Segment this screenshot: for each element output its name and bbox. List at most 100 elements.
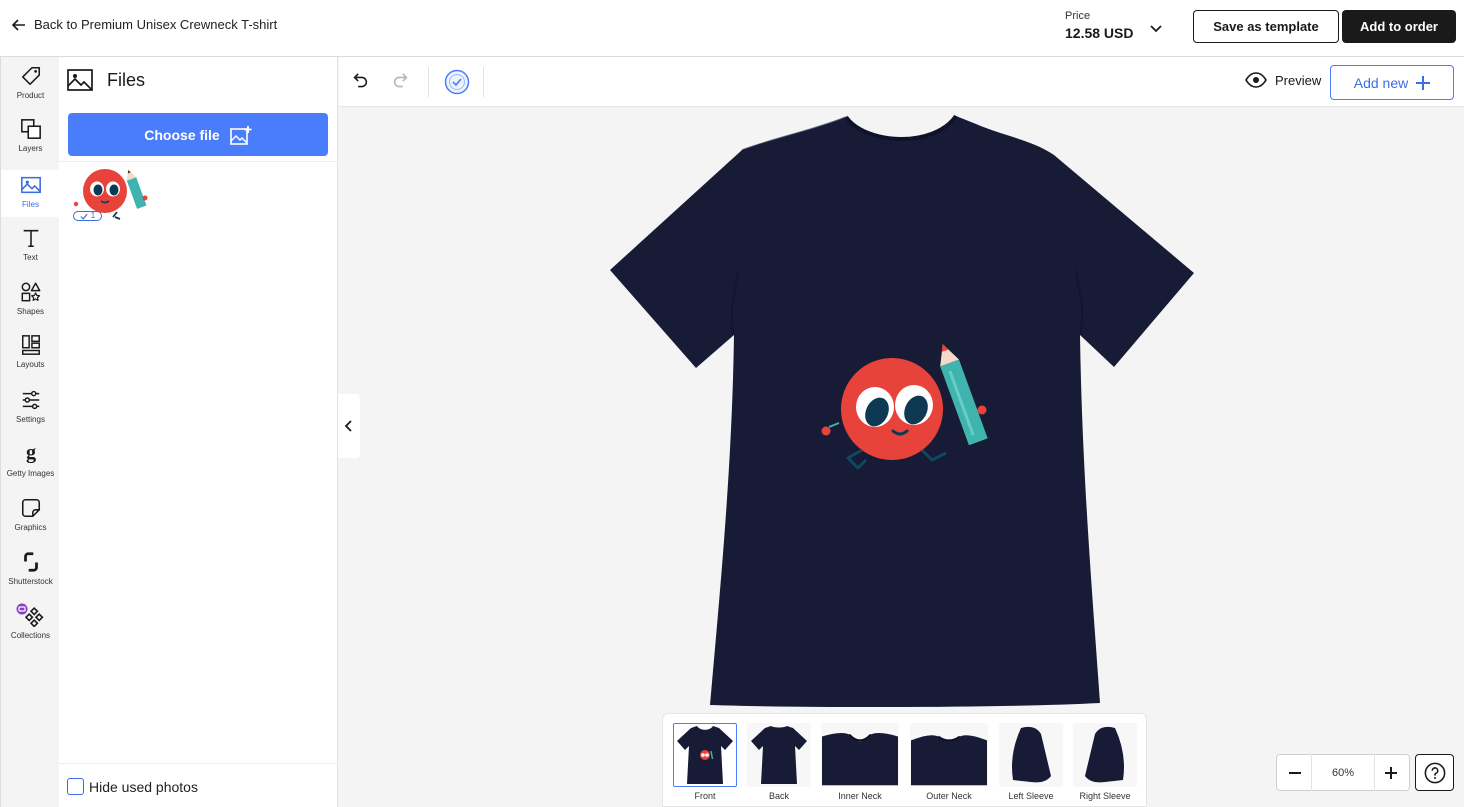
zoom-value: 60% <box>1311 754 1375 791</box>
layouts-icon <box>21 335 40 355</box>
sidebar-item-label: Graphics <box>14 523 47 532</box>
sidebar-item-product[interactable]: Product <box>1 65 60 111</box>
sticker-icon <box>21 498 40 518</box>
sidebar-item-label: Files <box>22 200 39 209</box>
view-label: Right Sleeve <box>1079 791 1131 801</box>
collections-icon <box>16 603 44 627</box>
used-count-badge: 1 <box>73 211 102 221</box>
sidebar-item-layouts[interactable]: Layouts <box>1 334 60 382</box>
svg-text:g: g <box>25 443 35 464</box>
sidebar-item-label: Getty Images <box>6 469 55 478</box>
redo-button[interactable] <box>390 71 412 93</box>
undo-button[interactable] <box>349 71 371 93</box>
view-thumb-front[interactable]: Front <box>672 723 738 801</box>
help-button[interactable] <box>1415 754 1454 791</box>
getty-g-icon: g <box>25 443 35 464</box>
left-sleeve-thumb <box>1012 726 1051 783</box>
hide-used-label: Hide used photos <box>89 778 198 795</box>
quality-check-button[interactable] <box>444 69 470 95</box>
zoom-in-button[interactable] <box>1381 763 1401 783</box>
undo-icon <box>353 73 368 88</box>
price-value: 12.58 USD <box>1065 25 1134 41</box>
sidebar-item-collections[interactable]: Collections <box>1 603 60 653</box>
tool-rail: Product Layers Files Text Shapes Layouts… <box>0 57 60 807</box>
sidebar-item-getty-images[interactable]: g Getty Images <box>1 443 60 491</box>
add-new-button[interactable]: Add new <box>1330 65 1454 100</box>
view-image <box>1073 723 1137 787</box>
view-image <box>673 723 737 787</box>
add-new-label: Add new <box>1353 74 1409 91</box>
sidebar-item-graphics[interactable]: Graphics <box>1 497 60 545</box>
tshirt-back-thumb <box>751 726 807 784</box>
check-circle-icon <box>444 69 470 95</box>
check-icon <box>80 213 88 220</box>
sidebar-item-label: Shutterstock <box>8 577 53 586</box>
eye-icon <box>1245 72 1267 88</box>
choose-file-button[interactable]: Choose file <box>68 113 328 156</box>
sidebar-item-shapes[interactable]: Shapes <box>1 281 60 331</box>
view-label: Inner Neck <box>838 791 882 801</box>
divider <box>59 161 338 162</box>
collapse-panel-button[interactable] <box>338 394 360 458</box>
hide-used-checkbox[interactable] <box>67 778 84 795</box>
sliders-icon <box>22 390 39 410</box>
right-sleeve-thumb <box>1085 726 1124 783</box>
view-switcher: Front Back Inner Neck Outer Neck Left Sl… <box>662 713 1147 807</box>
sidebar-item-label: Layouts <box>16 360 45 369</box>
choose-file-label: Choose file <box>144 126 220 143</box>
zoom-out-button[interactable] <box>1285 763 1305 783</box>
placed-design-artwork[interactable] <box>814 338 994 473</box>
shutterstock-icon <box>23 552 38 572</box>
chevron-down-icon[interactable] <box>1148 20 1164 36</box>
back-link[interactable]: Back to Premium Unisex Crewneck T-shirt <box>12 17 277 32</box>
image-icon <box>67 69 93 91</box>
layers-icon <box>20 119 41 139</box>
sidebar-item-settings[interactable]: Settings <box>1 389 60 439</box>
view-image <box>747 723 811 787</box>
sidebar-item-text[interactable]: Text <box>1 227 60 275</box>
tshirt-front-thumb <box>677 726 733 784</box>
sidebar-item-files[interactable]: Files <box>1 170 60 217</box>
view-label: Outer Neck <box>926 791 972 801</box>
view-image <box>821 723 899 787</box>
save-as-template-button[interactable]: Save as template <box>1193 10 1339 43</box>
used-count: 1 <box>90 211 96 220</box>
view-label: Left Sleeve <box>1008 791 1054 801</box>
price-display: Price 12.58 USD <box>1065 10 1133 41</box>
files-panel: Files Choose file 1 Hide used photos <box>59 57 338 807</box>
tag-icon <box>21 66 40 86</box>
view-label: Back <box>768 791 789 801</box>
sidebar-item-label: Shapes <box>16 307 45 316</box>
image-icon <box>20 176 41 194</box>
plus-icon <box>1416 75 1431 90</box>
help-icon <box>1424 762 1445 783</box>
sidebar-item-label: Settings <box>16 415 45 424</box>
sidebar-item-label: Text <box>23 253 38 262</box>
back-link-label: Back to Premium Unisex Crewneck T-shirt <box>34 17 278 32</box>
view-thumb-back[interactable]: Back <box>746 723 812 801</box>
outer-neck-thumb <box>911 735 987 786</box>
preview-button[interactable]: Preview <box>1245 72 1321 88</box>
plus-icon <box>1385 766 1397 779</box>
view-thumb-outer-neck[interactable]: Outer Neck <box>910 723 988 801</box>
text-icon <box>23 229 38 248</box>
sidebar-item-label: Collections <box>10 631 51 640</box>
add-to-order-button[interactable]: Add to order <box>1342 10 1456 43</box>
sidebar-item-shutterstock[interactable]: Shutterstock <box>1 551 60 601</box>
price-label: Price <box>1065 10 1091 22</box>
sidebar-item-layers[interactable]: Layers <box>1 118 60 168</box>
add-image-icon <box>229 125 252 145</box>
view-thumb-left-sleeve[interactable]: Left Sleeve <box>998 723 1064 801</box>
divider <box>59 763 338 764</box>
view-label: Front <box>694 791 716 801</box>
arrow-left-icon <box>12 18 25 31</box>
panel-header: Files <box>67 69 145 91</box>
divider <box>428 67 429 97</box>
sidebar-item-label: Product <box>16 91 45 100</box>
view-thumb-right-sleeve[interactable]: Right Sleeve <box>1072 723 1138 801</box>
view-thumb-inner-neck[interactable]: Inner Neck <box>821 723 899 801</box>
hide-used-photos-toggle[interactable]: Hide used photos <box>67 778 198 795</box>
preview-label: Preview <box>1275 72 1322 88</box>
sidebar-item-label: Layers <box>18 144 43 153</box>
top-bar: Back to Premium Unisex Crewneck T-shirt … <box>0 0 1464 57</box>
